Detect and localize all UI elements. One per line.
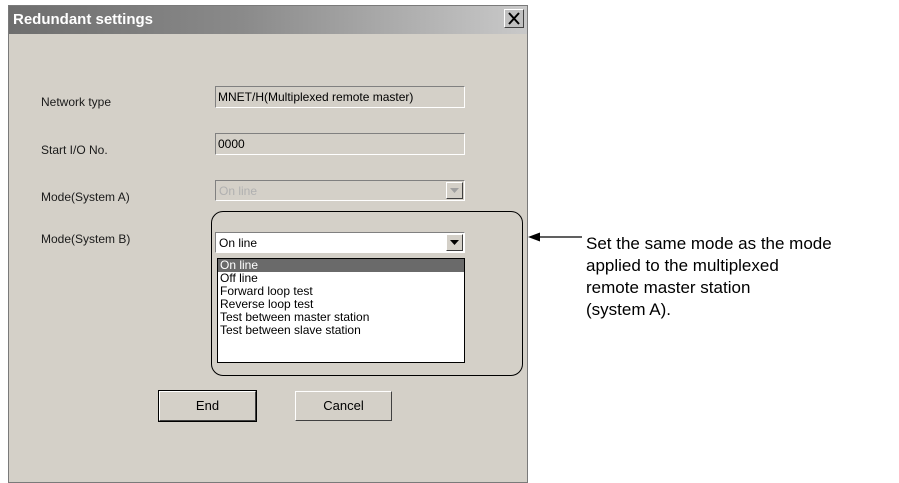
- network-type-label: Network type: [41, 95, 112, 109]
- start-io-field[interactable]: 0000: [215, 133, 465, 155]
- end-button[interactable]: End: [158, 390, 257, 422]
- mode-system-a-label: Mode(System A): [41, 190, 130, 204]
- mode-system-b-label: Mode(System B): [41, 232, 131, 246]
- start-io-label: Start I/O No.: [41, 143, 108, 157]
- title-bar[interactable]: Redundant settings: [9, 6, 527, 34]
- callout-arrow-icon: [528, 232, 582, 242]
- cancel-button[interactable]: Cancel: [295, 391, 392, 421]
- annotation-text: Set the same mode as the mode applied to…: [586, 233, 832, 321]
- annotation-line: applied to the multiplexed: [586, 256, 779, 275]
- dialog-title: Redundant settings: [13, 11, 154, 28]
- close-button[interactable]: [504, 9, 524, 28]
- annotation-line: Set the same mode as the mode: [586, 234, 832, 253]
- annotation-line: (system A).: [586, 300, 672, 319]
- chevron-down-icon: [450, 188, 459, 193]
- mode-system-a-dropdown-button: [446, 182, 463, 199]
- annotation-line: remote master station: [586, 278, 751, 297]
- mode-system-a-select: On line: [215, 180, 465, 201]
- close-icon: [508, 12, 520, 25]
- network-type-field: MNET/H(Multiplexed remote master): [215, 86, 465, 108]
- mode-system-a-value: On line: [219, 184, 258, 198]
- callout-highlight-box: [211, 211, 523, 376]
